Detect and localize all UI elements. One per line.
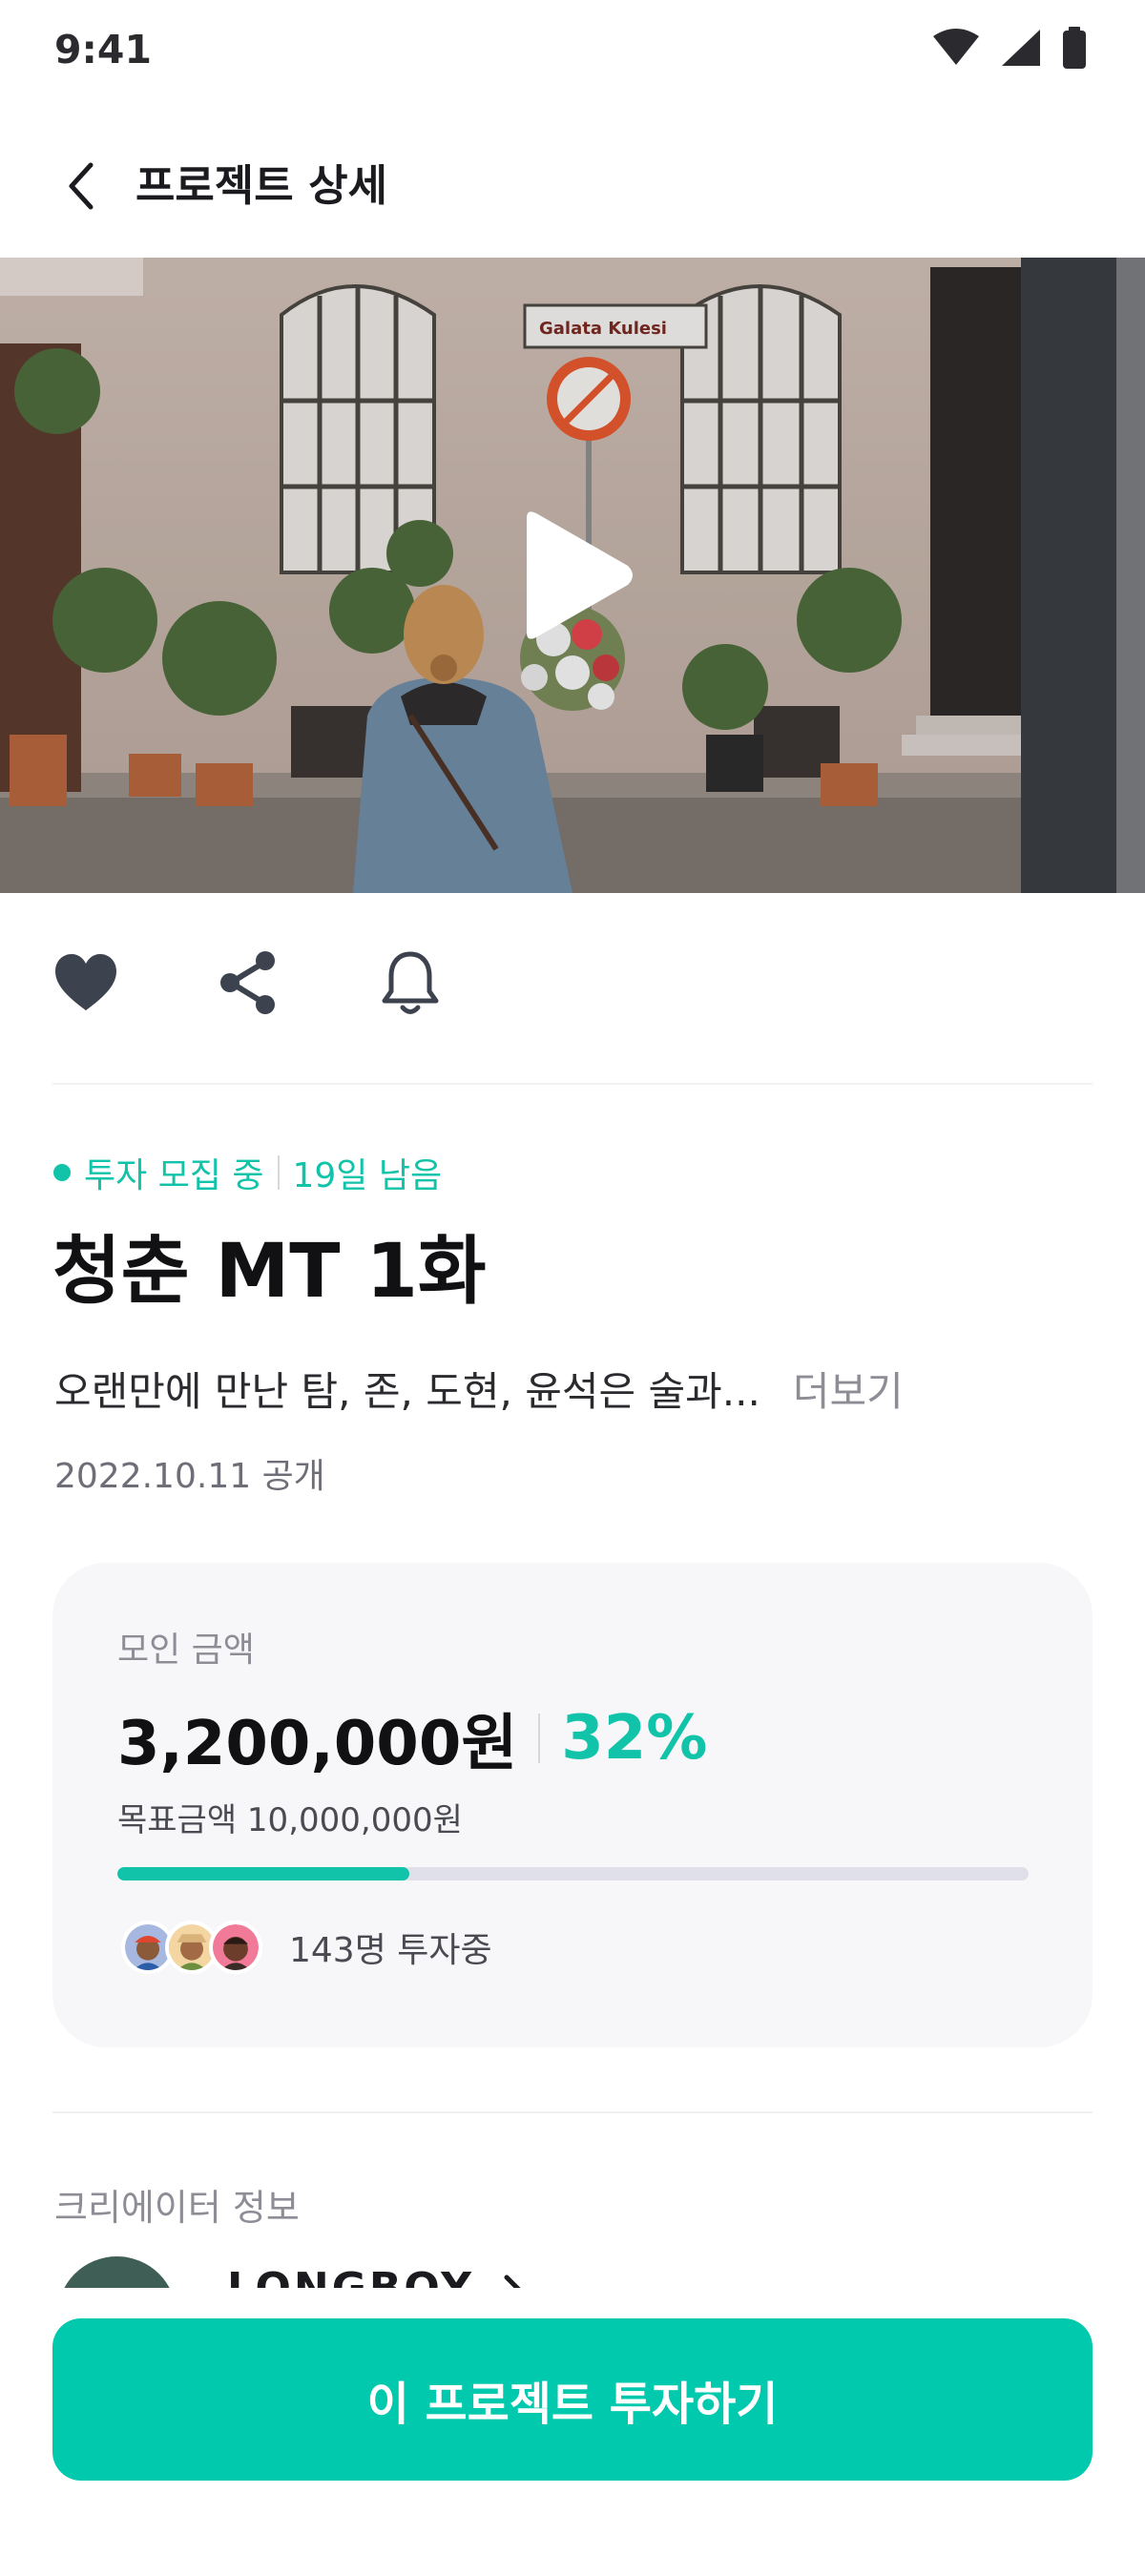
funded-percent: 32% — [561, 1703, 708, 1774]
status-label: 투자 모집 중 — [84, 1156, 264, 1195]
chevron-left-icon — [69, 162, 94, 210]
bottom-action-bar: 이 프로젝트 투자하기 — [0, 2288, 1145, 2576]
action-row — [52, 949, 444, 1016]
wifi-icon — [933, 29, 979, 65]
project-title: 청춘 MT 1화 — [52, 1229, 487, 1315]
app-header: 프로젝트 상세 — [0, 134, 1145, 239]
section-divider — [52, 2111, 1093, 2113]
status-separator — [277, 1155, 280, 1190]
progress-fill — [117, 1867, 409, 1880]
funding-label: 모인 금액 — [117, 1631, 255, 1670]
remaining-days: 19일 남음 — [292, 1156, 443, 1195]
release-date: 2022.10.11 공개 — [54, 1457, 325, 1496]
status-icons — [931, 27, 1088, 69]
funding-card: 모인 금액 3,200,000원 32% 목표금액 10,000,000원 14… — [52, 1563, 1093, 2047]
signal-icon — [1002, 30, 1040, 66]
funding-status: 투자 모집 중 19일 남음 — [53, 1148, 442, 1197]
status-time: 9:41 — [54, 27, 152, 73]
video-player[interactable]: Galata Kulesi — [0, 258, 1145, 893]
battery-icon — [1063, 27, 1086, 69]
funding-progress-bar — [117, 1867, 1029, 1880]
funded-amount: 3,200,000원 — [117, 1709, 518, 1779]
heart-icon — [55, 954, 116, 1010]
invest-button[interactable]: 이 프로젝트 투자하기 — [52, 2318, 1093, 2481]
avatar — [209, 1921, 262, 1974]
play-icon[interactable] — [506, 509, 639, 642]
description-text: 오랜만에 만난 탐, 존, 도현, 윤석은 술과... — [54, 1368, 760, 1415]
target-amount: 목표금액 10,000,000원 — [117, 1801, 463, 1839]
project-description: 오랜만에 만난 탐, 존, 도현, 윤석은 술과... 더보기 — [54, 1360, 904, 1418]
page-title: 프로젝트 상세 — [135, 160, 388, 211]
status-dot — [53, 1164, 71, 1181]
share-button[interactable] — [215, 949, 281, 1016]
share-icon — [220, 951, 275, 1014]
investor-count: 143명 투자중 — [289, 1931, 492, 1970]
notify-button[interactable] — [377, 949, 444, 1016]
back-button[interactable] — [48, 153, 114, 219]
section-divider — [52, 1083, 1093, 1085]
bell-icon — [382, 951, 439, 1014]
like-button[interactable] — [52, 949, 119, 1016]
creator-section-label: 크리에이터 정보 — [54, 2187, 300, 2229]
amount-row: 3,200,000원 32% — [117, 1694, 707, 1782]
investor-summary: 143명 투자중 — [121, 1921, 492, 1974]
amount-separator — [538, 1714, 541, 1763]
more-link[interactable]: 더보기 — [793, 1360, 904, 1418]
status-bar: 9:41 — [0, 0, 1145, 105]
